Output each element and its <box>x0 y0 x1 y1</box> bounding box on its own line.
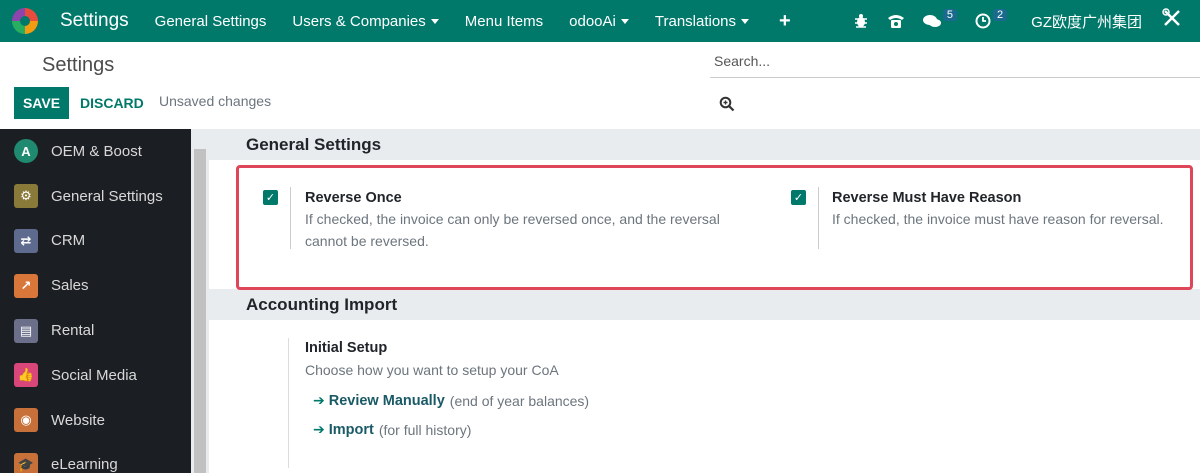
menu-odooai[interactable]: odooAi <box>569 13 629 30</box>
top-navbar: Settings General Settings Users & Compan… <box>0 0 1200 42</box>
menu-general-settings[interactable]: General Settings <box>155 13 267 30</box>
ai-icon: A <box>14 139 38 164</box>
handshake-icon: ⇄ <box>14 228 38 253</box>
settings-content: General Settings ✓ Reverse Once If check… <box>209 129 1200 473</box>
bug-icon[interactable] <box>853 13 869 29</box>
menu-users-companies[interactable]: Users & Companies <box>292 13 439 30</box>
unsaved-status: Unsaved changes <box>159 93 272 109</box>
thumbs-up-icon: 👍 <box>14 363 38 388</box>
sidebar-item-rental[interactable]: ▤ Rental <box>0 308 191 353</box>
scrollbar-thumb[interactable] <box>194 149 206 473</box>
setting-reverse-must-have-reason: ✓ <box>791 190 806 205</box>
setting-title: Reverse Must Have Reason <box>832 190 1022 206</box>
clock-icon[interactable]: 2 <box>975 9 1008 29</box>
save-button[interactable]: SAVE <box>14 87 69 119</box>
chart-icon: ↗ <box>14 273 38 298</box>
graduation-icon: 🎓 <box>14 452 38 473</box>
phone-icon[interactable] <box>887 13 905 29</box>
sidebar-item-general-settings[interactable]: ⚙ General Settings <box>0 174 191 219</box>
sidebar-item-social-media[interactable]: 👍 Social Media <box>0 353 191 398</box>
initial-setup-description: Choose how you want to setup your CoA <box>305 362 559 378</box>
initial-setup-title: Initial Setup <box>305 340 388 356</box>
search-input[interactable]: Search... <box>710 50 1200 78</box>
reverse-once-checkbox[interactable]: ✓ <box>263 190 278 205</box>
add-menu-icon[interactable]: + <box>779 10 791 33</box>
menu-translations[interactable]: Translations <box>655 13 750 30</box>
sidebar-item-elearning[interactable]: 🎓 eLearning <box>0 443 191 473</box>
setting-description: If checked, the invoice can only be reve… <box>305 211 720 249</box>
reverse-once-text: Reverse Once If checked, the invoice can… <box>305 190 720 252</box>
setting-description: If checked, the invoice must have reason… <box>832 211 1164 227</box>
review-manually-link[interactable]: ➔ Review Manually (end of year balances) <box>313 392 589 409</box>
discard-button[interactable]: DISCARD <box>80 87 144 119</box>
app-menu-icon[interactable] <box>12 8 38 34</box>
section-header-accounting-import: Accounting Import <box>209 289 1200 320</box>
reverse-reason-text: Reverse Must Have Reason If checked, the… <box>832 190 1164 230</box>
globe-icon: ◉ <box>14 408 38 433</box>
chat-count-badge: 5 <box>942 9 958 21</box>
company-switcher[interactable]: GZ欧度广州集团 <box>1031 11 1142 32</box>
chevron-down-icon <box>741 18 750 24</box>
setting-title: Reverse Once <box>305 190 402 206</box>
gear-icon: ⚙ <box>14 184 38 209</box>
arrow-right-icon: ➔ <box>313 392 325 408</box>
sidebar-item-sales[interactable]: ↗ Sales <box>0 263 191 308</box>
sidebar-item-crm[interactable]: ⇄ CRM <box>0 219 191 264</box>
activity-count-badge: 2 <box>993 9 1008 21</box>
systray: 5 2 GZ欧度广州集团 <box>853 0 1200 42</box>
settings-sidebar: A OEM & Boost ⚙ General Settings ⇄ CRM ↗… <box>0 129 191 473</box>
chat-icon[interactable]: 5 <box>922 9 958 29</box>
section-header-general-settings: General Settings <box>209 129 1200 160</box>
menu-menu-items[interactable]: Menu Items <box>465 13 543 30</box>
app-title[interactable]: Settings <box>60 10 129 32</box>
general-settings-block: ✓ Reverse Once If checked, the invoice c… <box>209 160 1200 290</box>
import-link[interactable]: ➔ Import (for full history) <box>313 421 471 438</box>
chevron-down-icon <box>430 18 439 24</box>
search-icon[interactable] <box>719 96 735 117</box>
chevron-down-icon <box>620 18 629 24</box>
tools-icon[interactable] <box>1162 8 1182 34</box>
setting-reverse-once: ✓ <box>263 190 278 205</box>
reverse-reason-checkbox[interactable]: ✓ <box>791 190 806 205</box>
arrow-right-icon: ➔ <box>313 421 325 437</box>
divider <box>288 338 289 468</box>
divider <box>818 187 819 249</box>
page-title: Settings <box>42 54 115 76</box>
rental-icon: ▤ <box>14 318 38 343</box>
sidebar-item-oem-boost[interactable]: A OEM & Boost <box>0 129 191 174</box>
divider <box>290 187 291 249</box>
sidebar-item-website[interactable]: ◉ Website <box>0 398 191 443</box>
